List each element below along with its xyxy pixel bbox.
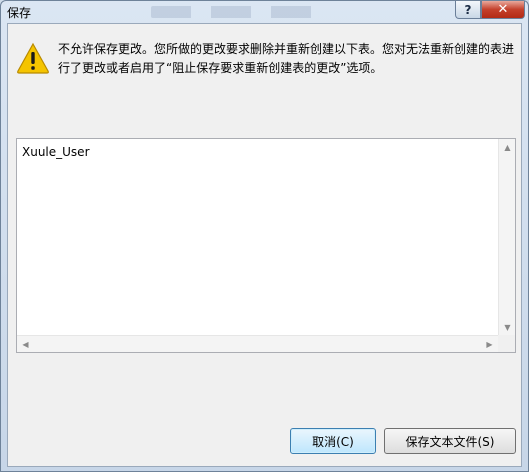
close-icon: ✕: [497, 2, 509, 17]
help-button[interactable]: ?: [455, 1, 481, 19]
dialog-body: 不允许保存更改。您所做的更改要求删除并重新创建以下表。您对无法重新创建的表进行了…: [7, 23, 522, 467]
scrollbar-corner: [498, 335, 515, 352]
cancel-button[interactable]: 取消(C): [290, 428, 376, 454]
list-item[interactable]: Xuule_User: [22, 145, 90, 159]
scroll-left-icon[interactable]: ◀: [17, 336, 34, 353]
horizontal-scrollbar[interactable]: ◀ ▶: [17, 335, 498, 352]
background-window-tabs: [151, 6, 331, 18]
dialog-message: 不允许保存更改。您所做的更改要求删除并重新创建以下表。您对无法重新创建的表进行了…: [58, 42, 515, 75]
save-dialog-window: 保存 ? ✕ 不允许保存更改。您所做的更改要求删除并重新创建以下表。您对无法重新…: [0, 0, 529, 472]
vertical-scrollbar[interactable]: ▲ ▼: [498, 139, 515, 336]
save-text-file-button[interactable]: 保存文本文件(S): [384, 428, 516, 454]
scroll-right-icon[interactable]: ▶: [481, 336, 498, 353]
title-bar[interactable]: 保存 ? ✕: [1, 1, 528, 23]
window-title: 保存: [7, 6, 32, 20]
table-listbox[interactable]: Xuule_User ▲ ▼ ◀ ▶: [16, 138, 516, 353]
scroll-down-icon[interactable]: ▼: [499, 319, 516, 336]
close-button[interactable]: ✕: [481, 1, 525, 19]
scroll-up-icon[interactable]: ▲: [499, 139, 516, 156]
warning-icon: [17, 42, 49, 74]
help-icon: ?: [464, 2, 472, 17]
